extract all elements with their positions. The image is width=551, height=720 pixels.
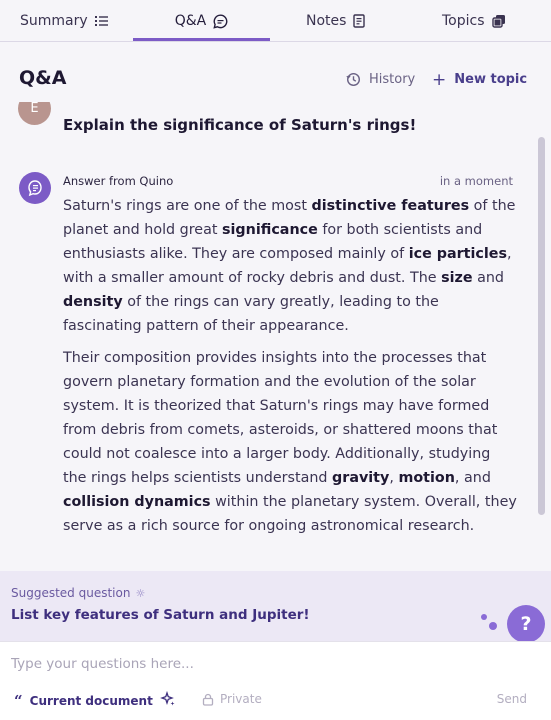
tab-topics[interactable]: Topics — [442, 0, 506, 42]
suggested-question-panel: Suggested question ☼ List key features o… — [0, 571, 551, 643]
quino-avatar — [19, 172, 51, 204]
tab-bar: Summary Q&A Notes Topics — [0, 0, 551, 42]
answer-timestamp: in a moment — [439, 174, 513, 188]
answer-keyword: significance — [222, 222, 318, 238]
question-input-area: “ Current document Private Send — [0, 641, 551, 720]
private-label: Private — [220, 692, 262, 706]
current-document-label: Current document — [29, 694, 153, 708]
quino-logo-icon — [28, 180, 42, 197]
private-toggle[interactable]: Private — [202, 692, 262, 706]
answer-keyword: collision dynamics — [63, 494, 211, 510]
tab-notes-label: Notes — [306, 13, 347, 29]
tab-topics-label: Topics — [442, 13, 485, 29]
history-button[interactable]: History — [346, 72, 415, 87]
list-icon — [94, 15, 108, 27]
send-button[interactable]: Send — [497, 692, 527, 706]
tab-summary[interactable]: Summary — [20, 0, 108, 42]
new-topic-label: New topic — [454, 72, 528, 87]
note-icon — [353, 14, 366, 28]
answer-keyword: ice particles — [408, 246, 507, 262]
cards-icon — [491, 14, 506, 28]
sparkle-small-icon: ☼ — [135, 586, 146, 600]
tab-summary-label: Summary — [20, 13, 88, 29]
answer-paragraph: Their composition provides insights into… — [63, 346, 518, 538]
answer-keyword: gravity — [332, 470, 390, 486]
quote-icon: “ — [14, 692, 23, 710]
new-topic-button[interactable]: + New topic — [432, 69, 528, 90]
help-bubble-button[interactable]: ? — [507, 605, 545, 643]
answer-body: Saturn's rings are one of the most disti… — [63, 194, 518, 546]
tab-notes[interactable]: Notes — [306, 0, 366, 42]
suggested-label: Suggested question ☼ — [11, 586, 145, 600]
answer-keyword: size — [441, 270, 473, 286]
answer-text: Saturn's rings are one of the most — [63, 198, 312, 214]
plus-icon: + — [432, 69, 447, 90]
tab-qa-label: Q&A — [174, 13, 207, 29]
lock-icon — [202, 693, 214, 706]
current-document-button[interactable]: “ Current document — [14, 692, 153, 710]
user-avatar: E — [18, 102, 51, 125]
conversation-area: E Explain the significance of Saturn's r… — [0, 102, 551, 570]
answer-text: Their composition provides insights into… — [63, 350, 498, 486]
bubble-dot-medium — [489, 622, 497, 630]
sparkle-icon[interactable] — [160, 691, 176, 707]
input-toolbar: “ Current document Private Send — [0, 691, 551, 712]
answer-keyword: motion — [398, 470, 455, 486]
answer-paragraph: Saturn's rings are one of the most disti… — [63, 194, 518, 338]
answer-source: Answer from Quino — [63, 174, 174, 188]
question-input[interactable] — [11, 654, 511, 674]
answer-keyword: density — [63, 294, 123, 310]
tab-qa[interactable]: Q&A — [133, 0, 270, 42]
user-question: Explain the significance of Saturn's rin… — [63, 116, 417, 134]
suggested-question-link[interactable]: List key features of Saturn and Jupiter! — [11, 607, 310, 623]
history-icon — [346, 72, 361, 87]
active-tab-indicator — [133, 38, 270, 41]
answer-text: and — [472, 270, 504, 286]
chat-icon — [213, 13, 228, 29]
suggested-label-text: Suggested question — [11, 586, 131, 600]
bubble-dot-small — [481, 614, 487, 620]
history-label: History — [369, 72, 416, 87]
answer-text: , and — [454, 470, 491, 486]
scrollbar-thumb[interactable] — [538, 137, 545, 515]
answer-keyword: distinctive features — [311, 198, 470, 214]
page-title: Q&A — [19, 67, 67, 89]
